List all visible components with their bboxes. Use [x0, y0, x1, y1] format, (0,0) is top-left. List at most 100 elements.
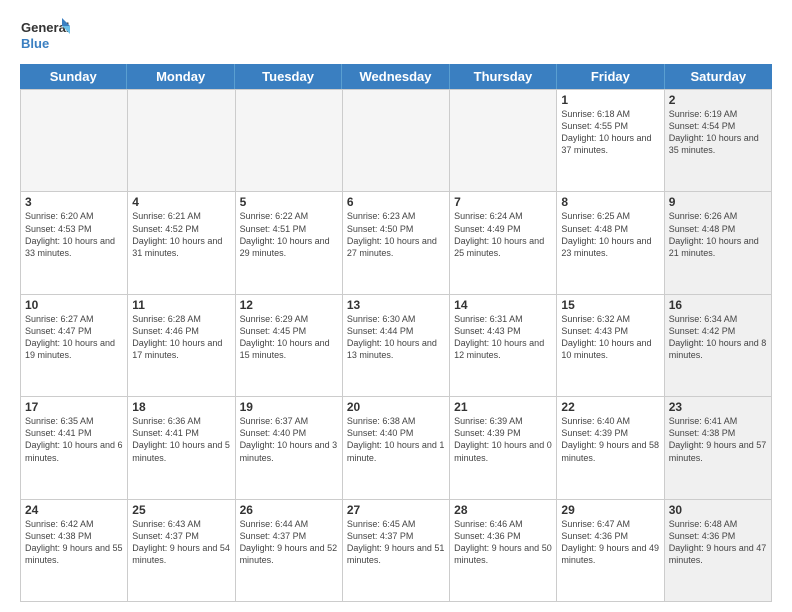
day-cell-21: 21Sunrise: 6:39 AM Sunset: 4:39 PM Dayli…: [450, 397, 557, 499]
week-row-1: 1Sunrise: 6:18 AM Sunset: 4:55 PM Daylig…: [21, 90, 772, 192]
day-number: 4: [132, 195, 230, 209]
logo-svg: General Blue: [20, 16, 70, 56]
day-info: Sunrise: 6:35 AM Sunset: 4:41 PM Dayligh…: [25, 415, 123, 464]
day-info: Sunrise: 6:44 AM Sunset: 4:37 PM Dayligh…: [240, 518, 338, 567]
day-cell-2: 2Sunrise: 6:19 AM Sunset: 4:54 PM Daylig…: [665, 90, 772, 192]
day-cell-9: 9Sunrise: 6:26 AM Sunset: 4:48 PM Daylig…: [665, 192, 772, 294]
day-cell-empty: [236, 90, 343, 192]
day-cell-1: 1Sunrise: 6:18 AM Sunset: 4:55 PM Daylig…: [557, 90, 664, 192]
day-number: 14: [454, 298, 552, 312]
day-info: Sunrise: 6:29 AM Sunset: 4:45 PM Dayligh…: [240, 313, 338, 362]
day-number: 29: [561, 503, 659, 517]
day-info: Sunrise: 6:19 AM Sunset: 4:54 PM Dayligh…: [669, 108, 767, 157]
day-info: Sunrise: 6:30 AM Sunset: 4:44 PM Dayligh…: [347, 313, 445, 362]
day-info: Sunrise: 6:34 AM Sunset: 4:42 PM Dayligh…: [669, 313, 767, 362]
day-number: 22: [561, 400, 659, 414]
day-info: Sunrise: 6:41 AM Sunset: 4:38 PM Dayligh…: [669, 415, 767, 464]
week-row-5: 24Sunrise: 6:42 AM Sunset: 4:38 PM Dayli…: [21, 500, 772, 602]
day-cell-27: 27Sunrise: 6:45 AM Sunset: 4:37 PM Dayli…: [343, 500, 450, 602]
day-cell-6: 6Sunrise: 6:23 AM Sunset: 4:50 PM Daylig…: [343, 192, 450, 294]
header-cell-friday: Friday: [557, 64, 664, 89]
header-cell-wednesday: Wednesday: [342, 64, 449, 89]
week-row-2: 3Sunrise: 6:20 AM Sunset: 4:53 PM Daylig…: [21, 192, 772, 294]
day-number: 15: [561, 298, 659, 312]
day-number: 24: [25, 503, 123, 517]
header-cell-thursday: Thursday: [450, 64, 557, 89]
day-info: Sunrise: 6:42 AM Sunset: 4:38 PM Dayligh…: [25, 518, 123, 567]
day-cell-empty: [128, 90, 235, 192]
day-info: Sunrise: 6:38 AM Sunset: 4:40 PM Dayligh…: [347, 415, 445, 464]
day-info: Sunrise: 6:21 AM Sunset: 4:52 PM Dayligh…: [132, 210, 230, 259]
day-info: Sunrise: 6:31 AM Sunset: 4:43 PM Dayligh…: [454, 313, 552, 362]
day-number: 12: [240, 298, 338, 312]
svg-text:Blue: Blue: [21, 36, 49, 51]
day-cell-empty: [450, 90, 557, 192]
day-number: 20: [347, 400, 445, 414]
day-number: 1: [561, 93, 659, 107]
day-cell-20: 20Sunrise: 6:38 AM Sunset: 4:40 PM Dayli…: [343, 397, 450, 499]
day-info: Sunrise: 6:48 AM Sunset: 4:36 PM Dayligh…: [669, 518, 767, 567]
calendar: SundayMondayTuesdayWednesdayThursdayFrid…: [20, 64, 772, 602]
calendar-body: 1Sunrise: 6:18 AM Sunset: 4:55 PM Daylig…: [20, 89, 772, 602]
day-info: Sunrise: 6:40 AM Sunset: 4:39 PM Dayligh…: [561, 415, 659, 464]
day-cell-22: 22Sunrise: 6:40 AM Sunset: 4:39 PM Dayli…: [557, 397, 664, 499]
day-number: 23: [669, 400, 767, 414]
day-info: Sunrise: 6:28 AM Sunset: 4:46 PM Dayligh…: [132, 313, 230, 362]
day-cell-19: 19Sunrise: 6:37 AM Sunset: 4:40 PM Dayli…: [236, 397, 343, 499]
day-cell-28: 28Sunrise: 6:46 AM Sunset: 4:36 PM Dayli…: [450, 500, 557, 602]
day-cell-15: 15Sunrise: 6:32 AM Sunset: 4:43 PM Dayli…: [557, 295, 664, 397]
day-number: 19: [240, 400, 338, 414]
day-info: Sunrise: 6:25 AM Sunset: 4:48 PM Dayligh…: [561, 210, 659, 259]
day-cell-14: 14Sunrise: 6:31 AM Sunset: 4:43 PM Dayli…: [450, 295, 557, 397]
day-number: 28: [454, 503, 552, 517]
day-info: Sunrise: 6:24 AM Sunset: 4:49 PM Dayligh…: [454, 210, 552, 259]
day-info: Sunrise: 6:23 AM Sunset: 4:50 PM Dayligh…: [347, 210, 445, 259]
day-cell-4: 4Sunrise: 6:21 AM Sunset: 4:52 PM Daylig…: [128, 192, 235, 294]
day-cell-12: 12Sunrise: 6:29 AM Sunset: 4:45 PM Dayli…: [236, 295, 343, 397]
day-number: 27: [347, 503, 445, 517]
day-info: Sunrise: 6:37 AM Sunset: 4:40 PM Dayligh…: [240, 415, 338, 464]
day-info: Sunrise: 6:32 AM Sunset: 4:43 PM Dayligh…: [561, 313, 659, 362]
day-number: 5: [240, 195, 338, 209]
day-cell-5: 5Sunrise: 6:22 AM Sunset: 4:51 PM Daylig…: [236, 192, 343, 294]
logo: General Blue: [20, 16, 70, 56]
day-number: 10: [25, 298, 123, 312]
header: General Blue: [20, 16, 772, 56]
day-cell-25: 25Sunrise: 6:43 AM Sunset: 4:37 PM Dayli…: [128, 500, 235, 602]
day-number: 25: [132, 503, 230, 517]
day-number: 26: [240, 503, 338, 517]
day-number: 18: [132, 400, 230, 414]
day-number: 7: [454, 195, 552, 209]
day-number: 8: [561, 195, 659, 209]
page: General Blue SundayMondayTuesdayWednesda…: [0, 0, 792, 612]
day-number: 6: [347, 195, 445, 209]
day-number: 11: [132, 298, 230, 312]
calendar-header: SundayMondayTuesdayWednesdayThursdayFrid…: [20, 64, 772, 89]
day-number: 21: [454, 400, 552, 414]
day-cell-10: 10Sunrise: 6:27 AM Sunset: 4:47 PM Dayli…: [21, 295, 128, 397]
day-cell-3: 3Sunrise: 6:20 AM Sunset: 4:53 PM Daylig…: [21, 192, 128, 294]
day-info: Sunrise: 6:20 AM Sunset: 4:53 PM Dayligh…: [25, 210, 123, 259]
header-cell-saturday: Saturday: [665, 64, 772, 89]
header-cell-sunday: Sunday: [20, 64, 127, 89]
day-cell-8: 8Sunrise: 6:25 AM Sunset: 4:48 PM Daylig…: [557, 192, 664, 294]
day-info: Sunrise: 6:27 AM Sunset: 4:47 PM Dayligh…: [25, 313, 123, 362]
day-info: Sunrise: 6:45 AM Sunset: 4:37 PM Dayligh…: [347, 518, 445, 567]
header-cell-monday: Monday: [127, 64, 234, 89]
day-cell-empty: [21, 90, 128, 192]
header-cell-tuesday: Tuesday: [235, 64, 342, 89]
day-info: Sunrise: 6:47 AM Sunset: 4:36 PM Dayligh…: [561, 518, 659, 567]
day-cell-7: 7Sunrise: 6:24 AM Sunset: 4:49 PM Daylig…: [450, 192, 557, 294]
day-number: 13: [347, 298, 445, 312]
week-row-3: 10Sunrise: 6:27 AM Sunset: 4:47 PM Dayli…: [21, 295, 772, 397]
day-info: Sunrise: 6:46 AM Sunset: 4:36 PM Dayligh…: [454, 518, 552, 567]
day-cell-11: 11Sunrise: 6:28 AM Sunset: 4:46 PM Dayli…: [128, 295, 235, 397]
day-info: Sunrise: 6:43 AM Sunset: 4:37 PM Dayligh…: [132, 518, 230, 567]
day-cell-16: 16Sunrise: 6:34 AM Sunset: 4:42 PM Dayli…: [665, 295, 772, 397]
day-cell-29: 29Sunrise: 6:47 AM Sunset: 4:36 PM Dayli…: [557, 500, 664, 602]
day-number: 30: [669, 503, 767, 517]
day-cell-23: 23Sunrise: 6:41 AM Sunset: 4:38 PM Dayli…: [665, 397, 772, 499]
day-cell-30: 30Sunrise: 6:48 AM Sunset: 4:36 PM Dayli…: [665, 500, 772, 602]
week-row-4: 17Sunrise: 6:35 AM Sunset: 4:41 PM Dayli…: [21, 397, 772, 499]
day-info: Sunrise: 6:22 AM Sunset: 4:51 PM Dayligh…: [240, 210, 338, 259]
